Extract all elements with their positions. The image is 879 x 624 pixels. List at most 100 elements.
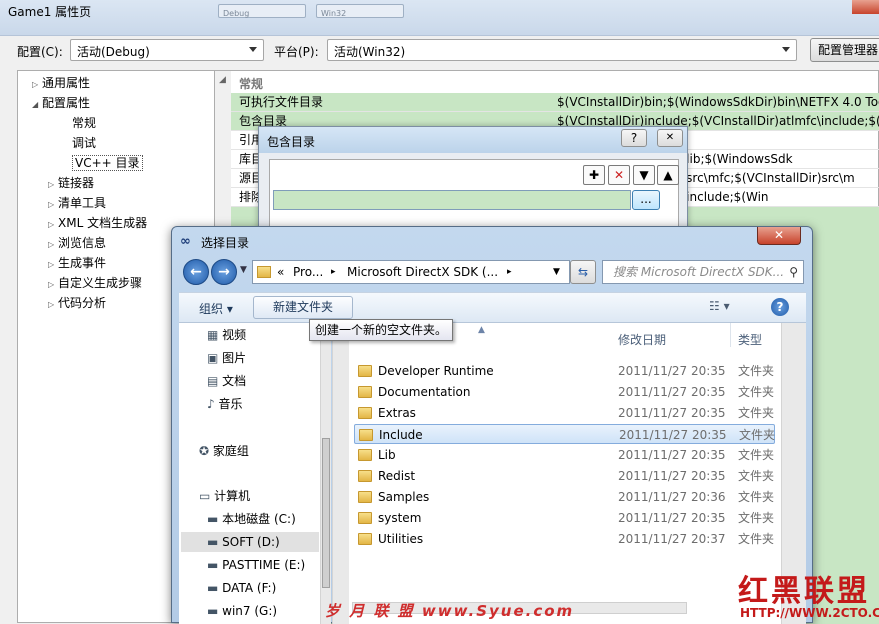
tree-item[interactable]: ▷ 生成事件 <box>48 254 106 272</box>
expander-icon[interactable]: ▷ <box>32 76 42 94</box>
nav-scrollbar[interactable] <box>320 323 331 624</box>
nav-item-label: 图片 <box>222 351 247 365</box>
forward-icon[interactable]: → <box>211 259 237 285</box>
folder-icon <box>358 491 372 503</box>
window-close-button[interactable] <box>852 0 879 14</box>
tree-item-label: 通用属性 <box>42 76 91 90</box>
nav-item[interactable]: ▬ 本地磁盘 (C:) <box>207 509 296 529</box>
nav-item[interactable]: ✪ 家庭组 <box>199 441 249 461</box>
file-left-scrollbar[interactable] <box>332 323 349 624</box>
expander-icon[interactable]: ▷ <box>48 236 58 254</box>
property-row[interactable]: 可执行文件目录 $(VCInstallDir)bin;$(WindowsSdkDi… <box>231 93 879 112</box>
file-row[interactable]: Developer Runtime 2011/11/27 20:35 文件夹 <box>354 361 775 381</box>
expander-icon[interactable]: ▷ <box>48 256 58 274</box>
close-button[interactable]: ✕ <box>657 129 683 147</box>
expander-icon[interactable]: ▷ <box>48 196 58 214</box>
tree-item[interactable]: VC++ 目录 <box>62 154 143 172</box>
address-bar[interactable]: « Pro... ▸ Microsoft DirectX SDK (... ▸ … <box>252 260 570 284</box>
column-date[interactable]: 修改日期 <box>618 331 666 348</box>
move-down-icon[interactable]: ▼ <box>633 165 655 185</box>
new-line-icon[interactable]: ✚ <box>583 165 605 185</box>
search-icon[interactable]: ⚲ <box>789 261 798 283</box>
history-dropdown-icon[interactable]: ▼ <box>240 265 247 275</box>
tree-item[interactable]: ▷ 自定义生成步骤 <box>48 274 142 292</box>
nav-item-label: 文档 <box>222 374 247 388</box>
picture-icon: ▣ <box>207 351 223 365</box>
file-row[interactable]: Utilities 2011/11/27 20:37 文件夹 <box>354 529 775 549</box>
nav-scrollbar-thumb[interactable] <box>322 438 330 588</box>
tree-item[interactable]: ◢ 配置属性 <box>32 94 90 112</box>
file-row[interactable]: Lib 2011/11/27 20:35 文件夹 <box>354 445 775 465</box>
file-row[interactable]: Redist 2011/11/27 20:35 文件夹 <box>354 466 775 486</box>
back-icon[interactable]: ← <box>183 259 209 285</box>
nav-item[interactable]: ▬ win7 (G:) <box>207 601 277 621</box>
refresh-icon[interactable]: ⇆ <box>570 260 596 284</box>
file-row[interactable]: Extras 2011/11/27 20:35 文件夹 <box>354 403 775 423</box>
expander-icon[interactable]: ▷ <box>48 296 58 314</box>
tooltip: 创建一个新的空文件夹。 <box>309 319 453 341</box>
ghost-platform-combo: Win32 <box>316 4 404 18</box>
nav-item[interactable]: ▣ 图片 <box>207 348 246 368</box>
file-row[interactable]: Include 2011/11/27 20:35 文件夹 <box>354 424 775 444</box>
expander-icon[interactable]: ▷ <box>48 276 58 294</box>
nav-item-label: win7 (G:) <box>222 604 278 618</box>
nav-item[interactable]: ▬ PASTTIME (E:) <box>207 555 305 575</box>
search-input[interactable]: 搜索 Microsoft DirectX SDK... ⚲ <box>602 260 804 284</box>
tree-item[interactable]: 调试 <box>62 134 96 152</box>
help-button[interactable]: ? <box>621 129 647 147</box>
tree-item[interactable]: ▷ 链接器 <box>48 174 94 192</box>
file-row[interactable]: Documentation 2011/11/27 20:35 文件夹 <box>354 382 775 402</box>
expander-icon[interactable]: ▷ <box>48 176 58 194</box>
delete-icon[interactable]: ✕ <box>608 165 630 185</box>
collapse-icon[interactable]: ◢ <box>219 75 226 85</box>
file-date: 2011/11/27 20:35 <box>618 511 726 525</box>
view-options-icon[interactable]: ☷ ▾ <box>709 299 730 313</box>
breadcrumb-overflow[interactable]: « <box>277 261 284 283</box>
tree-item-label: 浏览信息 <box>58 236 107 250</box>
nav-item[interactable]: ▬ SOFT (D:) <box>181 532 319 552</box>
breadcrumb-item[interactable]: Microsoft DirectX SDK (... <box>347 261 498 283</box>
nav-item[interactable]: ▬ DATA (F:) <box>207 578 276 598</box>
file-row[interactable]: Samples 2011/11/27 20:36 文件夹 <box>354 487 775 507</box>
help-icon[interactable]: ? <box>771 298 789 316</box>
tree-item[interactable]: ▷ 浏览信息 <box>48 234 106 252</box>
file-row[interactable]: system 2011/11/27 20:35 文件夹 <box>354 508 775 528</box>
column-type[interactable]: 类型 <box>738 331 762 348</box>
breadcrumb-item[interactable]: Pro... <box>293 261 323 283</box>
folder-icon <box>358 533 372 545</box>
tree-item[interactable]: ▷ 清单工具 <box>48 194 106 212</box>
organize-button[interactable]: 组织 ▾ <box>199 300 233 317</box>
chevron-right-icon[interactable]: ▸ <box>331 261 336 283</box>
config-manager-button[interactable]: 配置管理器 <box>810 38 879 62</box>
folder-icon <box>358 407 372 419</box>
chevron-right-icon[interactable]: ▸ <box>507 261 512 283</box>
close-button[interactable]: ✕ <box>757 227 801 245</box>
file-date: 2011/11/27 20:35 <box>619 428 727 442</box>
homegroup-icon: ✪ <box>199 444 213 458</box>
browse-button[interactable]: ... <box>632 190 660 210</box>
nav-item[interactable]: ▦ 视频 <box>207 325 246 345</box>
chevron-down-icon[interactable]: ▼ <box>553 261 560 283</box>
nav-item-label: 音乐 <box>218 397 243 411</box>
config-label: 配置(C): <box>17 45 63 59</box>
nav-item-label: 计算机 <box>214 489 251 503</box>
tree-item[interactable]: ▷ XML 文档生成器 <box>48 214 147 232</box>
new-folder-button[interactable]: 新建文件夹 <box>253 296 353 319</box>
move-up-icon[interactable]: ▲ <box>657 165 679 185</box>
watermark-url: HTTP://WWW.2CTO.COM <box>740 606 879 620</box>
tree-item[interactable]: 常规 <box>62 114 96 132</box>
platform-select[interactable]: 活动(Win32) <box>327 39 797 61</box>
folder-icon <box>358 386 372 398</box>
include-dialog-title: 包含目录 <box>267 135 316 149</box>
file-date: 2011/11/27 20:35 <box>618 469 726 483</box>
nav-item[interactable]: ▭ 计算机 <box>199 486 250 506</box>
tree-item-label: 配置属性 <box>42 96 91 110</box>
tree-item[interactable]: ▷ 通用属性 <box>32 74 90 92</box>
expander-icon[interactable]: ◢ <box>32 96 42 114</box>
include-dir-entry[interactable] <box>273 190 631 210</box>
nav-item[interactable]: ♪ 音乐 <box>207 394 243 414</box>
nav-item[interactable]: ▤ 文档 <box>207 371 246 391</box>
expander-icon[interactable]: ▷ <box>48 216 58 234</box>
tree-item[interactable]: ▷ 代码分析 <box>48 294 106 312</box>
config-select[interactable]: 活动(Debug) <box>70 39 264 61</box>
